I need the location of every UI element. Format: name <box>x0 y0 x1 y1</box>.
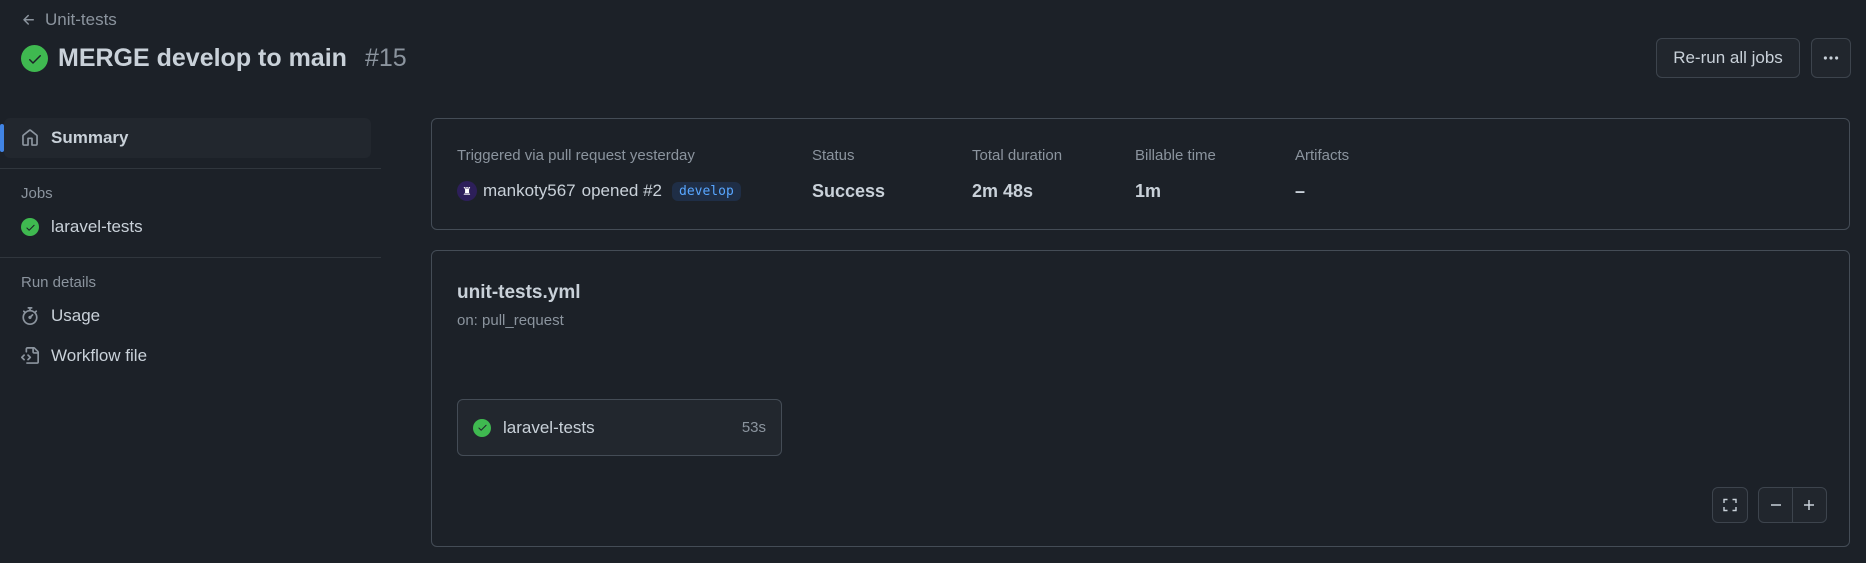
sidebar-item-label: Usage <box>51 306 101 325</box>
sidebar-item-label: laravel-tests <box>51 217 143 236</box>
fit-to-screen-button[interactable] <box>1712 487 1748 523</box>
sidebar-divider <box>0 168 381 169</box>
job-name: laravel-tests <box>503 417 595 437</box>
jobs-heading: Jobs <box>21 184 53 202</box>
artifacts-label: Artifacts <box>1295 147 1350 164</box>
zoom-out-button[interactable] <box>1759 488 1792 522</box>
trigger-label: Triggered via pull request yesterday <box>457 147 695 164</box>
sidebar-item-label: Workflow file <box>51 346 148 365</box>
trigger-action[interactable]: opened #2 <box>582 181 662 201</box>
sidebar-item-summary[interactable]: Summary <box>0 118 371 158</box>
sidebar-item-workflow-file[interactable]: Workflow file <box>0 336 371 376</box>
actor-link[interactable]: mankoty567 <box>483 181 576 201</box>
sidebar-item-label: Summary <box>51 128 129 147</box>
check-circle-icon <box>21 218 39 236</box>
stopwatch-icon <box>22 307 38 325</box>
sidebar-divider <box>0 257 381 258</box>
run-title: MERGE develop to main <box>58 44 347 72</box>
workflow-graph-card: unit-tests.yml on: pull_request laravel-… <box>431 250 1850 547</box>
job-duration: 53s <box>741 419 766 436</box>
duration-column: Total duration 2m 48s <box>972 147 1062 203</box>
sidebar-item-laravel-tests[interactable]: laravel-tests <box>0 207 371 247</box>
job-node-laravel-tests[interactable]: laravel-tests 53s <box>457 399 782 456</box>
more-options-button[interactable] <box>1811 38 1851 78</box>
duration-label: Total duration <box>972 147 1063 164</box>
zoom-controls <box>1758 487 1827 523</box>
avatar[interactable]: ♜ <box>457 181 477 201</box>
branch-tag[interactable]: develop <box>672 181 741 201</box>
billable-value: 1m <box>1135 180 1162 201</box>
plus-icon <box>1804 500 1815 510</box>
workflow-run-page: Unit-tests MERGE develop to main #15 Re-… <box>0 0 1866 563</box>
check-circle-icon <box>21 45 48 72</box>
artifacts-column: Artifacts – <box>1295 147 1349 203</box>
status-value: Success <box>812 180 886 201</box>
run-number: #15 <box>364 44 407 72</box>
status-label: Status <box>812 147 855 164</box>
kebab-horizontal-icon <box>1823 56 1839 60</box>
run-summary-card: Triggered via pull request yesterday ♜ m… <box>431 118 1850 230</box>
trigger-column: Triggered via pull request yesterday ♜ m… <box>457 147 741 203</box>
active-indicator <box>0 124 4 152</box>
sidebar-item-usage[interactable]: Usage <box>0 296 371 336</box>
duration-value: 2m 48s <box>972 180 1034 201</box>
sidebar: Summary Jobs laravel-tests Run details U… <box>0 118 381 376</box>
page-title: MERGE develop to main #15 <box>21 44 407 73</box>
billable-label: Billable time <box>1135 147 1216 164</box>
zoom-in-button[interactable] <box>1793 488 1826 522</box>
arrow-left-icon <box>23 14 34 25</box>
trigger-details: ♜ mankoty567 opened #2 develop <box>457 179 741 203</box>
rerun-all-jobs-button[interactable]: Re-run all jobs <box>1656 38 1800 78</box>
file-code-icon <box>21 347 39 364</box>
run-details-heading: Run details <box>21 273 97 291</box>
status-column: Status Success <box>812 147 885 203</box>
workflow-trigger: on: pull_request <box>457 312 564 329</box>
billable-column: Billable time 1m <box>1135 147 1216 203</box>
back-link[interactable]: Unit-tests <box>21 10 117 30</box>
home-icon <box>22 129 38 146</box>
back-link-label: Unit-tests <box>45 10 117 29</box>
screen-full-icon <box>1723 498 1737 512</box>
artifacts-value: – <box>1295 180 1306 201</box>
workflow-file-name: unit-tests.yml <box>457 282 581 303</box>
check-circle-icon <box>473 418 491 437</box>
dash-icon <box>1770 504 1781 506</box>
